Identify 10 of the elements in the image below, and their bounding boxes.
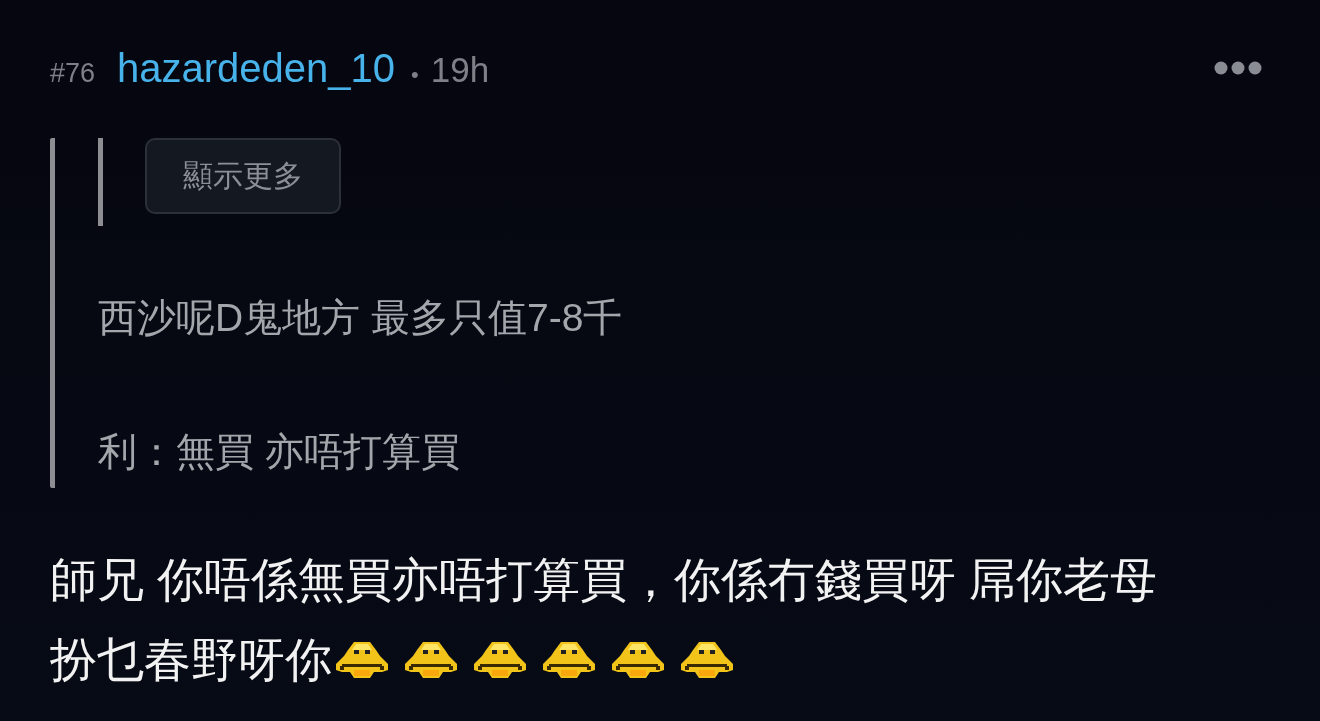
- quote-text: 利：無買 亦唔打算買: [98, 429, 461, 475]
- more-options-icon[interactable]: [1214, 61, 1262, 75]
- separator-dot: •: [411, 61, 419, 89]
- post-text: 扮乜春野呀你: [50, 632, 332, 688]
- post-text: 師兄 你唔係無買亦唔打算買，你係冇錢買呀 屌你老母: [50, 552, 1158, 608]
- post-number: #76: [50, 57, 96, 90]
- show-more-button[interactable]: 顯示更多: [145, 138, 341, 214]
- quote-text: 西沙呢D鬼地方 最多只值7-8千: [98, 295, 624, 341]
- post-time: 19h: [430, 49, 490, 91]
- username-link[interactable]: hazardeden_10: [117, 38, 396, 98]
